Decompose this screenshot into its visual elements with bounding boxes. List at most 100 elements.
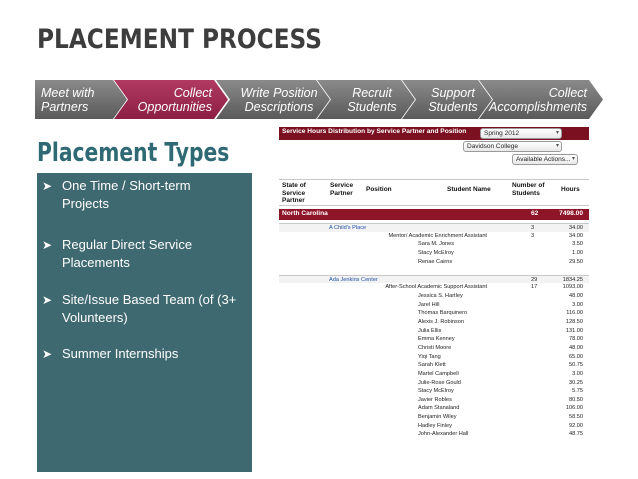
student-name-cell: Emma Kenney [418, 336, 455, 343]
student-name-cell: Stacy McElroy [418, 388, 454, 395]
process-step: Write Position Descriptions [216, 80, 330, 119]
hours-cell: 116.00 [566, 310, 583, 317]
table-row: Stacy McElroy 1.00 [279, 249, 589, 258]
table-row: Mentor/ Academic Enrichment Assistant 3 34… [279, 232, 589, 241]
hours-cell: 58.50 [569, 414, 583, 421]
hours-cell: 3.00 [572, 370, 583, 377]
process-step-line2: Descriptions [244, 99, 314, 114]
hours-cell: 48.00 [569, 344, 583, 351]
term-select-value: Spring 2012 [484, 130, 520, 137]
student-name-cell: Yiqi Tang [418, 353, 441, 360]
process-step-line2: Partners [41, 99, 89, 114]
actions-select-value: Available Actions... [516, 156, 571, 163]
process-step-label: Support Students [402, 80, 492, 119]
actions-select[interactable]: Available Actions... ▾ [512, 154, 578, 165]
student-name-cell: Jessica S. Hartley [418, 293, 463, 300]
table-header: State of Service Partner Service Partner Po… [279, 179, 589, 206]
count-cell: 17 [531, 284, 538, 291]
hours-cell: 48.00 [569, 293, 583, 300]
process-step-label: Meet with Partners [35, 80, 127, 119]
term-select[interactable]: Spring 2012 ▾ [480, 128, 562, 139]
table-row: Julia Ellis 131.00 [279, 327, 589, 336]
table-row: Renae Cairns 29.50 [279, 258, 589, 267]
student-name-cell: Stacy McElroy [418, 249, 454, 256]
student-name-cell: Renae Cairns [418, 258, 453, 265]
table-row: Benjamin Wiley 58.50 [279, 413, 589, 422]
hours-cell: 5.75 [572, 388, 583, 395]
state-hours: 7498.00 [559, 210, 583, 217]
placement-type-item: ➤ Regular Direct Service Placements [37, 236, 252, 272]
column-state: State of Service Partner [282, 182, 306, 204]
placement-type-line2: Volunteers) [62, 310, 128, 325]
student-name-cell: Julia Ellis [418, 327, 442, 334]
college-select[interactable]: Davidson College ▾ [463, 141, 562, 152]
table-row: Javier Robles 80.50 [279, 396, 589, 405]
arrow-bullet-icon: ➤ [42, 179, 53, 193]
process-step: Collect Opportunities [114, 80, 228, 119]
table-row [279, 266, 589, 275]
table-row: Ada Jenkins Center 29 1834.25 [279, 274, 589, 284]
hours-cell: 50.75 [569, 362, 583, 369]
placement-type-line2: Projects [62, 196, 109, 211]
process-step: Recruit Students [317, 80, 415, 119]
table-row: Adam Stanaland 106.00 [279, 404, 589, 413]
process-step-label: Recruit Students [317, 80, 415, 119]
student-name-cell: John-Alexander Hall [418, 431, 469, 438]
table-row: Emma Kenney 78.00 [279, 335, 589, 344]
student-name-cell: Javier Robles [418, 396, 452, 403]
hours-cell: 128.50 [565, 319, 583, 326]
chevron-down-icon: ▾ [571, 156, 575, 162]
table-row: Thomas Barquinero 116.00 [279, 309, 589, 318]
placement-type-item: ➤ Summer Internships [37, 345, 252, 363]
hours-cell: 131.00 [565, 327, 583, 334]
column-hours: Hours [561, 186, 580, 193]
hours-cell: 34.00 [569, 232, 583, 239]
process-step-line1: Collect [173, 85, 212, 100]
process-step: Support Students [402, 80, 492, 119]
report-screenshot: Service Hours Distribution by Service Pa… [279, 127, 589, 479]
student-name-cell: Alexis J. Robinson [418, 319, 465, 326]
placement-type-line2: Placements [62, 255, 130, 270]
table-row: Jarel Hill 3.00 [279, 301, 589, 310]
hours-cell: 1.00 [572, 249, 583, 256]
student-name-cell: Martel Campbell [418, 370, 459, 377]
placement-type-line1: Site/Issue Based Team (of (3+ [62, 292, 237, 307]
column-student: Student Name [447, 186, 491, 193]
chevron-down-icon: ▾ [555, 143, 559, 149]
state-count: 62 [531, 210, 539, 217]
table-row: Sara M. Jones 3.50 [279, 240, 589, 249]
table-row: Alexis J. Robinson 128.50 [279, 318, 589, 327]
arrow-bullet-icon: ➤ [42, 347, 53, 361]
student-name-cell: Christi Moore [418, 344, 452, 351]
process-steps: Meet with Partners Collect Opportunities Wri… [35, 80, 603, 119]
process-step: Collect Accomplishments [479, 80, 603, 119]
column-count: Number of Students [512, 182, 545, 197]
chevron-down-icon: ▾ [555, 130, 559, 136]
process-step-line1: Collect [548, 85, 587, 100]
process-step-label: Collect Opportunities [114, 80, 228, 119]
process-step-line1: Write Position [240, 85, 318, 100]
process-step-line1: Recruit [352, 85, 392, 100]
table-row: Christi Moore 48.00 [279, 344, 589, 353]
hours-cell: 78.00 [569, 336, 583, 343]
table-row: Hadley Finley 92.00 [279, 422, 589, 431]
hours-cell: 29.50 [569, 258, 583, 265]
student-name-cell: Sarah Klett [418, 362, 446, 369]
hours-cell: 3.00 [572, 301, 583, 308]
table-row: After-School Academic Support Assistant 1… [279, 283, 589, 292]
state-row: North Carolina 62 7498.00 [279, 209, 589, 220]
placement-type-item: ➤ Site/Issue Based Team (of (3+ Volunteers… [37, 291, 252, 327]
position-cell: After-School Academic Support Assistant [385, 284, 487, 291]
process-step-label: Write Position Descriptions [216, 80, 330, 119]
arrow-bullet-icon: ➤ [42, 238, 53, 252]
placement-type-line1: Regular Direct Service [62, 237, 193, 252]
process-step: Meet with Partners [35, 80, 127, 119]
hours-cell: 92.00 [569, 422, 583, 429]
page-title: PLACEMENT PROCESS [37, 24, 322, 55]
student-name-cell: Thomas Barquinero [418, 310, 468, 317]
arrow-bullet-icon: ➤ [42, 293, 53, 307]
placement-type-line1: One Time / Short-term [62, 178, 191, 193]
process-step-label: Collect Accomplishments [479, 80, 603, 119]
placement-types-panel: ➤ One Time / Short-term Projects ➤ Regular D… [37, 173, 252, 472]
section-title: Placement Types [37, 138, 230, 168]
